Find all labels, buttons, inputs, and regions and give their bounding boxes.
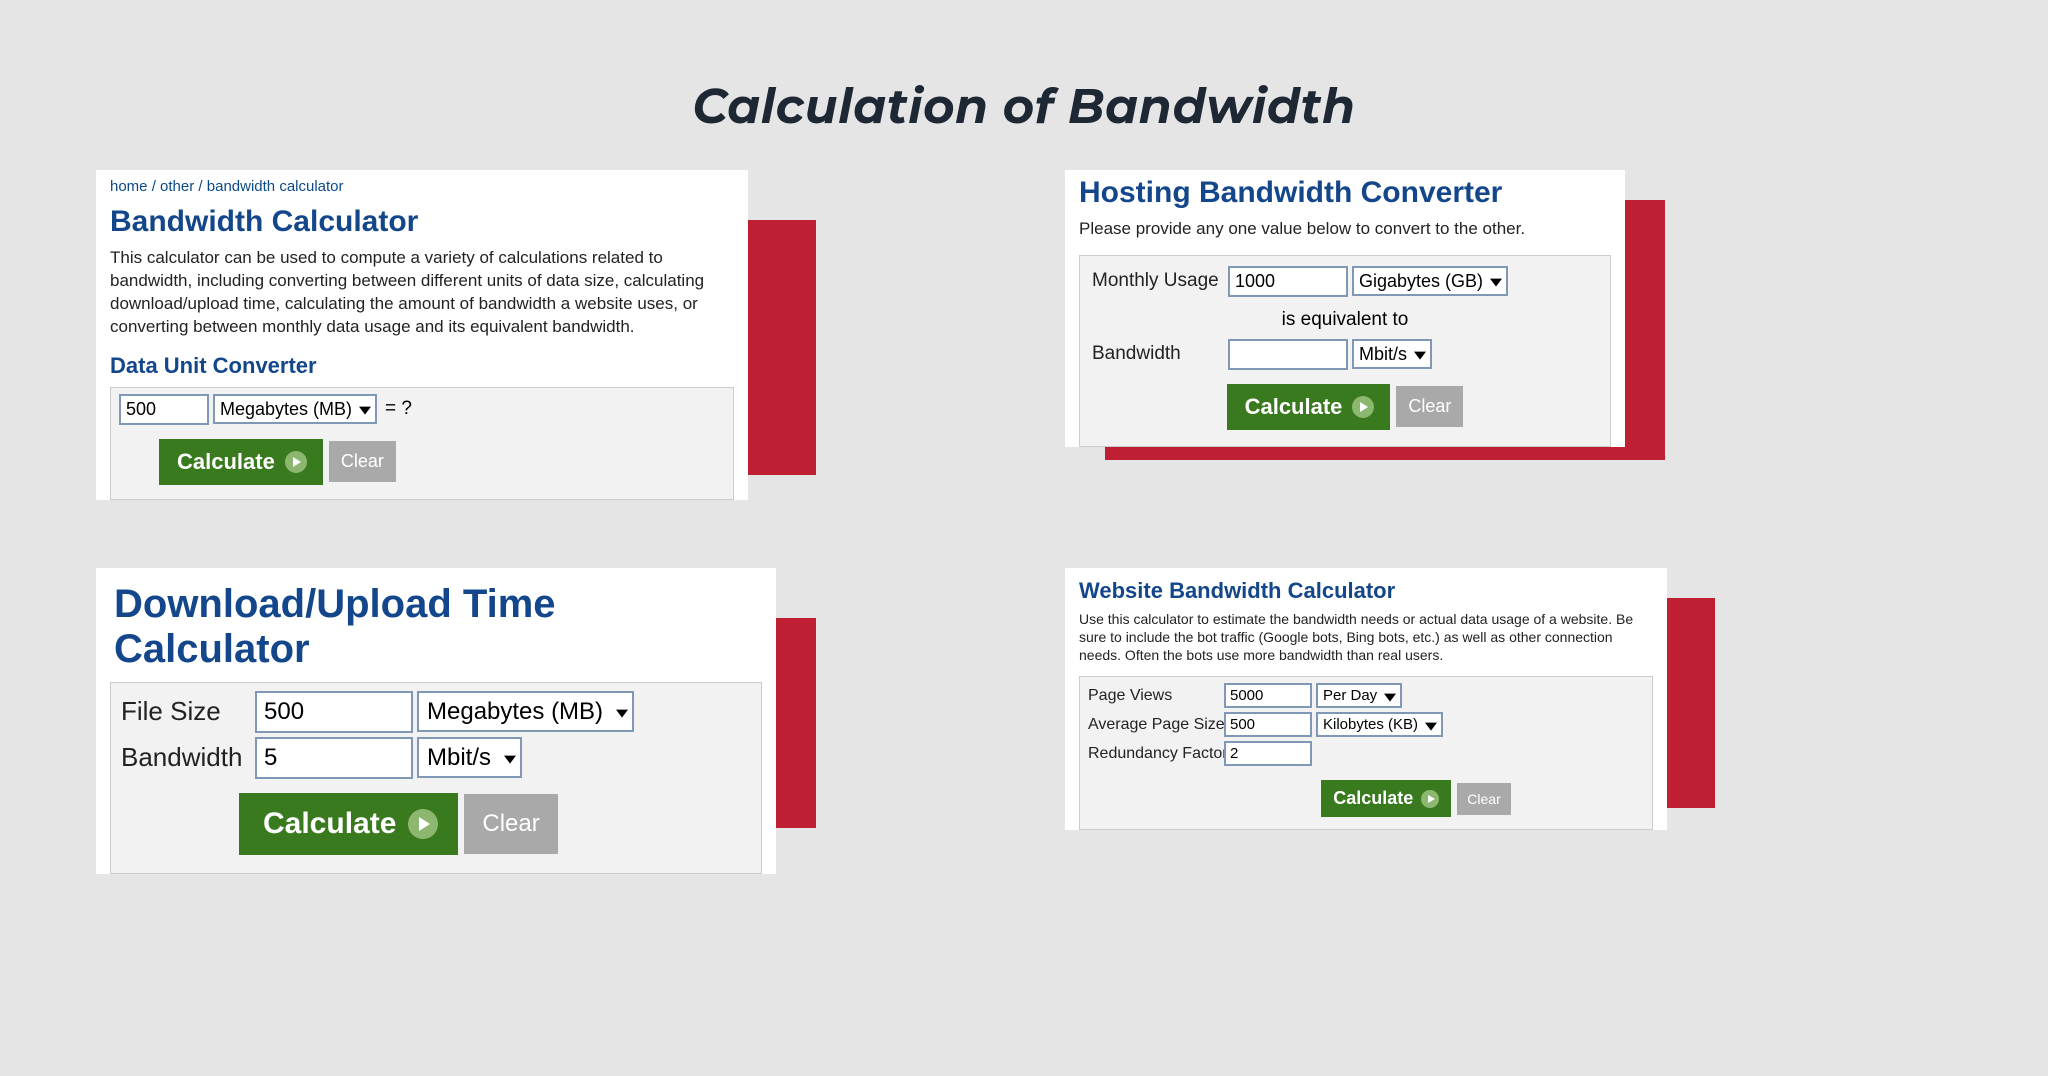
calculate-button[interactable]: Calculate	[239, 793, 458, 855]
redundancy-label: Redundancy Factor	[1088, 745, 1220, 763]
card-title: Download/Upload Time Calculator	[96, 568, 776, 682]
redundancy-input[interactable]	[1224, 741, 1312, 766]
breadcrumb-sep: /	[194, 178, 207, 195]
download-upload-card: Download/Upload Time Calculator File Siz…	[96, 568, 983, 888]
filesize-label: File Size	[121, 696, 251, 727]
bandwidth-input[interactable]	[1228, 339, 1348, 370]
pageviews-unit-select[interactable]: Per Day	[1316, 683, 1402, 708]
calculate-button[interactable]: Calculate	[1321, 780, 1451, 817]
clear-button[interactable]: Clear	[1396, 386, 1463, 427]
play-icon	[1352, 396, 1374, 418]
calculate-label: Calculate	[1245, 394, 1343, 420]
filesize-input[interactable]	[255, 691, 413, 733]
play-icon	[285, 451, 307, 473]
monthly-usage-label: Monthly Usage	[1092, 270, 1224, 292]
data-unit-form: Megabytes (MB) = ? Calculate Clear	[110, 387, 734, 500]
breadcrumb: home / other / bandwidth calculator	[96, 170, 748, 199]
hosting-form: Monthly Usage Gigabytes (GB) is equivale…	[1079, 255, 1611, 447]
card-description: Use this calculator to estimate the band…	[1065, 610, 1667, 677]
bandwidth-input[interactable]	[255, 737, 413, 779]
page-title: Calculation of Bandwidth	[0, 0, 2048, 170]
card-title: Hosting Bandwidth Converter	[1065, 170, 1625, 218]
filesize-unit-select[interactable]: Megabytes (MB)	[417, 691, 634, 732]
calculate-button[interactable]: Calculate	[1227, 384, 1391, 430]
download-form: File Size Megabytes (MB) Bandwidth Mbit/…	[110, 682, 762, 874]
clear-button[interactable]: Clear	[329, 441, 396, 482]
data-unit-select-wrap: Megabytes (MB)	[213, 394, 377, 424]
website-bandwidth-card: Website Bandwidth Calculator Use this ca…	[1065, 568, 1952, 888]
bandwidth-unit-select-wrap: Mbit/s	[417, 737, 522, 778]
bandwidth-unit-select[interactable]: Mbit/s	[1352, 339, 1432, 369]
equivalent-label: is equivalent to	[1092, 301, 1598, 339]
card-grid: home / other / bandwidth calculator Band…	[0, 170, 2048, 888]
bandwidth-unit-select[interactable]: Mbit/s	[417, 737, 522, 778]
pageviews-unit-select-wrap: Per Day	[1316, 683, 1402, 708]
pageviews-input[interactable]	[1224, 683, 1312, 708]
clear-button[interactable]: Clear	[464, 794, 557, 854]
bandwidth-unit-select-wrap: Mbit/s	[1352, 339, 1432, 369]
pagesize-input[interactable]	[1224, 712, 1312, 737]
website-form: Page Views Per Day Average Page Size Kil…	[1079, 676, 1653, 830]
data-value-input[interactable]	[119, 394, 209, 425]
bandwidth-calculator-card: home / other / bandwidth calculator Band…	[96, 170, 983, 514]
calculate-label: Calculate	[1333, 788, 1413, 809]
play-icon	[1421, 790, 1439, 808]
card-title: Bandwidth Calculator	[96, 199, 748, 247]
pagesize-unit-select[interactable]: Kilobytes (KB)	[1316, 712, 1443, 737]
monthly-unit-select-wrap: Gigabytes (GB)	[1352, 266, 1508, 296]
card-description: This calculator can be used to compute a…	[96, 247, 748, 353]
section-heading: Data Unit Converter	[96, 353, 748, 387]
calculate-label: Calculate	[263, 807, 396, 841]
clear-button[interactable]: Clear	[1457, 783, 1510, 815]
pagesize-label: Average Page Size	[1088, 716, 1220, 734]
card-title: Website Bandwidth Calculator	[1065, 568, 1667, 610]
monthly-usage-input[interactable]	[1228, 266, 1348, 297]
play-icon	[408, 809, 438, 839]
pagesize-unit-select-wrap: Kilobytes (KB)	[1316, 712, 1443, 737]
data-unit-select[interactable]: Megabytes (MB)	[213, 394, 377, 424]
calculate-button[interactable]: Calculate	[159, 439, 323, 485]
breadcrumb-home[interactable]: home	[110, 178, 148, 195]
equals-label: = ?	[385, 398, 412, 420]
bandwidth-label: Bandwidth	[121, 742, 251, 773]
filesize-unit-select-wrap: Megabytes (MB)	[417, 691, 634, 732]
card-description: Please provide any one value below to co…	[1065, 218, 1625, 255]
breadcrumb-current: bandwidth calculator	[207, 178, 344, 195]
breadcrumb-other[interactable]: other	[160, 178, 194, 195]
pageviews-label: Page Views	[1088, 687, 1220, 705]
hosting-bandwidth-card: Hosting Bandwidth Converter Please provi…	[1065, 170, 1952, 514]
calculate-label: Calculate	[177, 449, 275, 475]
breadcrumb-sep: /	[148, 178, 161, 195]
bandwidth-label: Bandwidth	[1092, 343, 1224, 365]
monthly-unit-select[interactable]: Gigabytes (GB)	[1352, 266, 1508, 296]
